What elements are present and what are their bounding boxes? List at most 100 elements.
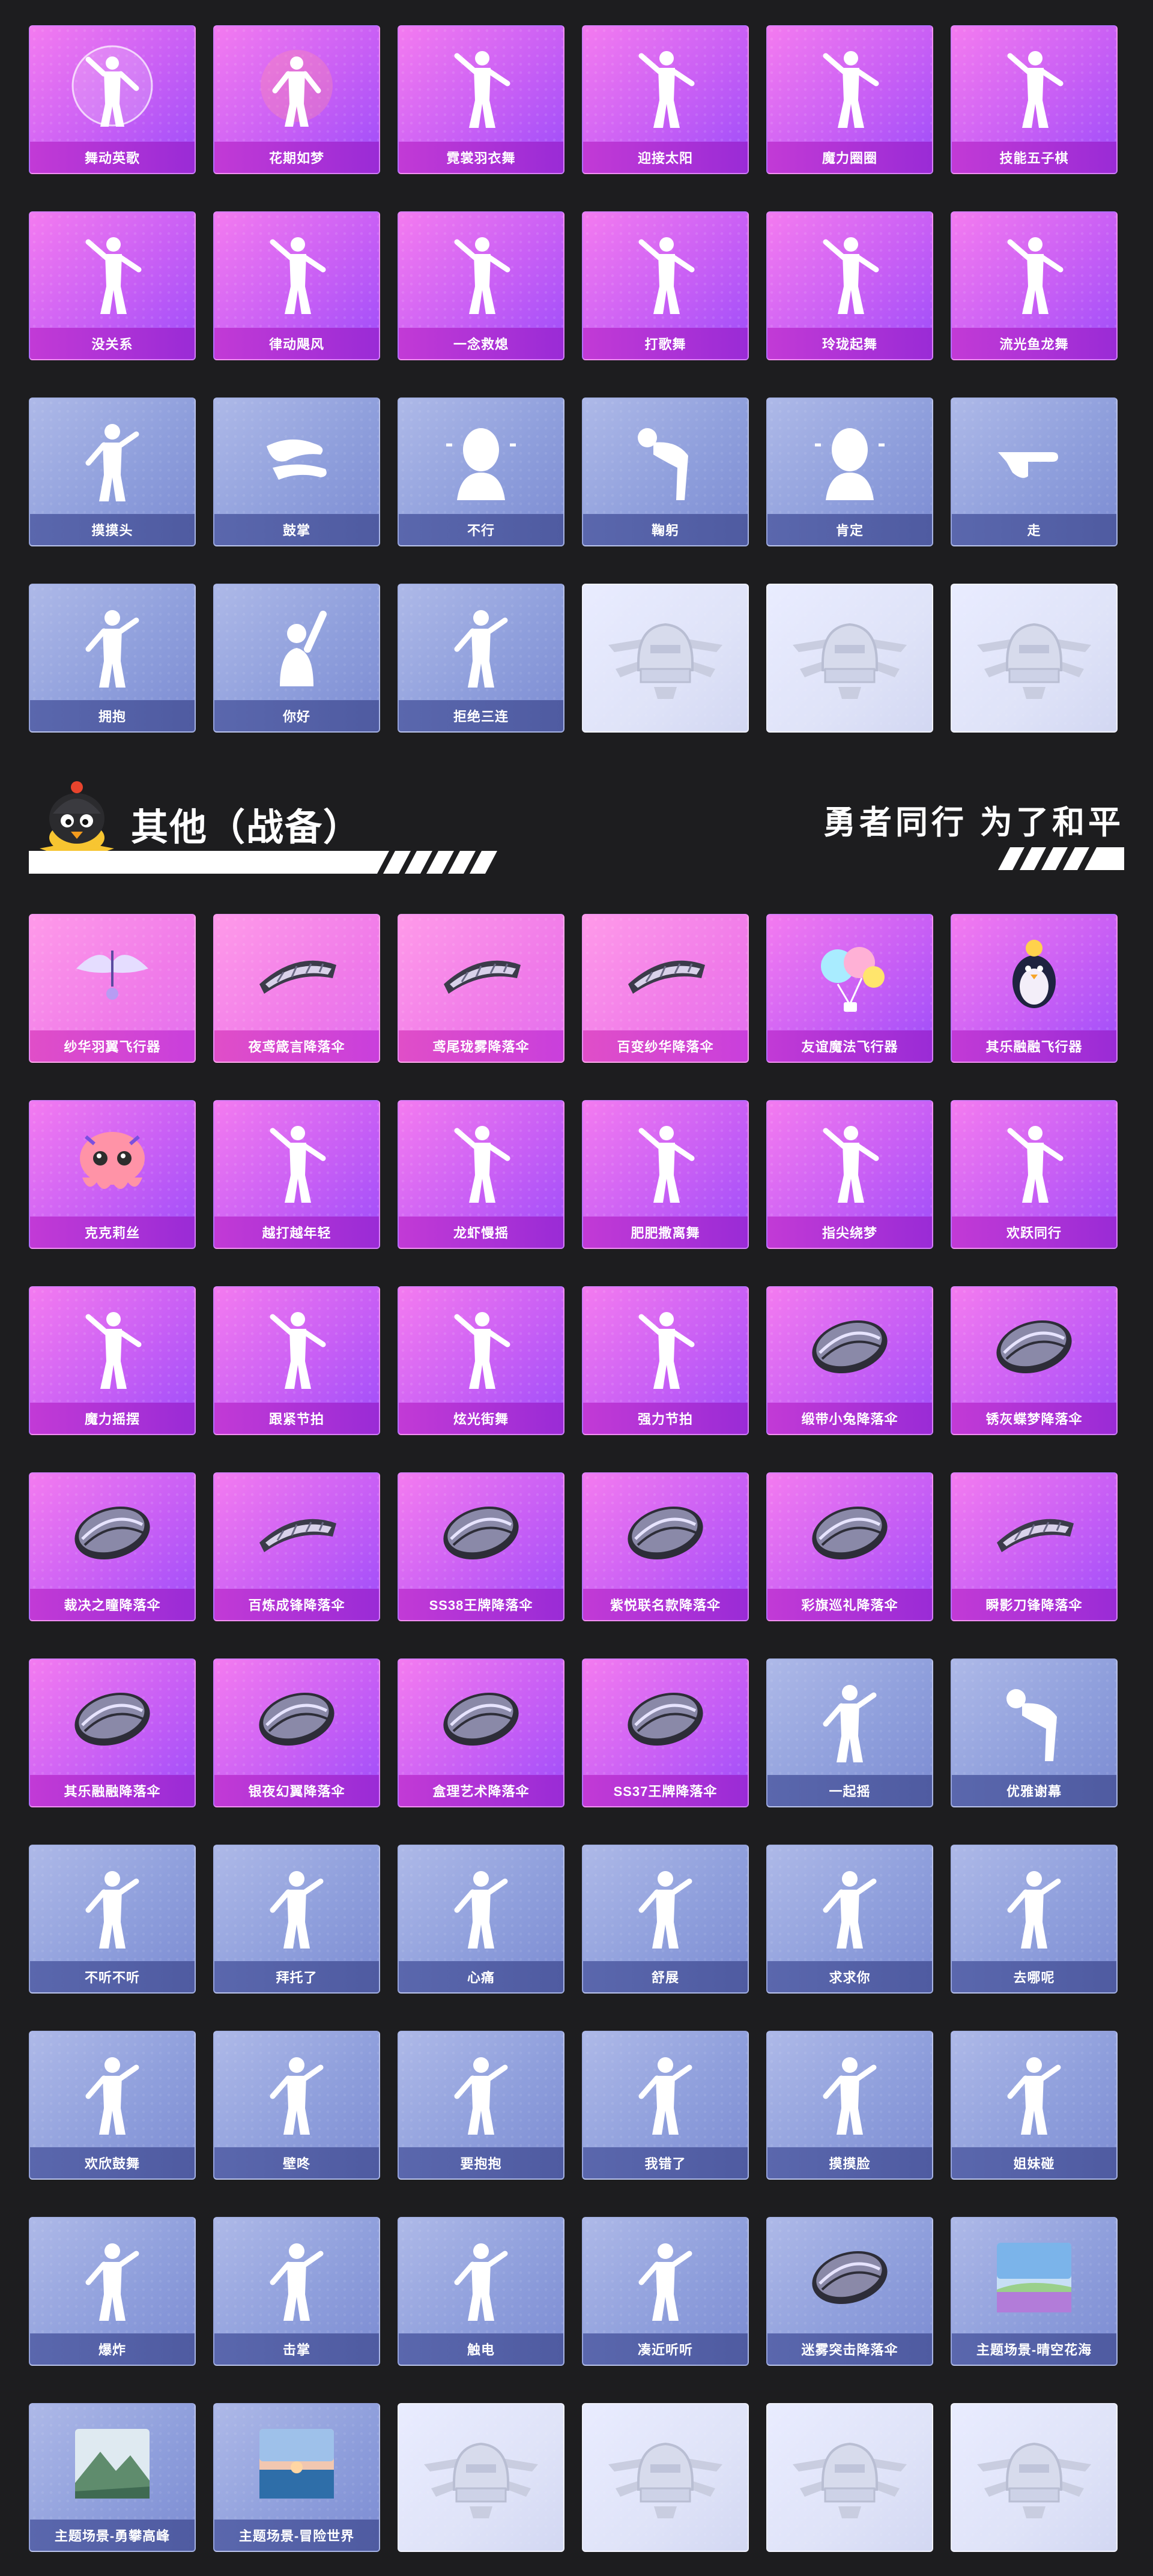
item-tile[interactable]: 指尖绕梦	[766, 1100, 933, 1249]
item-label: 瞬影刀锋降落伞	[952, 1589, 1116, 1620]
item-tile[interactable]: 鸢尾珑雾降落伞	[398, 914, 564, 1063]
item-tile[interactable]: 舒展	[582, 1845, 749, 1994]
item-label: 流光鱼龙舞	[952, 328, 1116, 359]
item-tile[interactable]: 求求你	[766, 1845, 933, 1994]
item-tile[interactable]: 瞬影刀锋降落伞	[951, 1472, 1118, 1621]
item-tile[interactable]: 拜托了	[213, 1845, 380, 1994]
item-tile[interactable]: 流光鱼龙舞	[951, 211, 1118, 360]
item-tile[interactable]: 舞动英歌	[29, 25, 196, 174]
item-tile[interactable]: 拥抱	[29, 584, 196, 733]
item-label: SS38王牌降落伞	[399, 1589, 563, 1620]
item-tile[interactable]: 姐妹碰	[951, 2031, 1118, 2180]
gesture-icon	[214, 1854, 379, 1956]
item-tile[interactable]: 肯定	[766, 398, 933, 546]
item-tile[interactable]: 一念救熄	[398, 211, 564, 360]
item-tile[interactable]: 不行	[398, 398, 564, 546]
dancer-icon	[767, 221, 932, 323]
item-tile[interactable]: 你好	[213, 584, 380, 733]
gesture-icon	[30, 407, 195, 509]
item-label: 优雅谢幕	[952, 1775, 1116, 1806]
pubg-helmet-emblem-icon	[952, 603, 1116, 705]
item-tile[interactable]: 缎带小兔降落伞	[766, 1286, 933, 1435]
item-tile[interactable]: 打歌舞	[582, 211, 749, 360]
item-tile[interactable]: 其乐融融降落伞	[29, 1658, 196, 1807]
item-tile[interactable]: 花期如梦	[213, 25, 380, 174]
item-tile[interactable]: 迎接太阳	[582, 25, 749, 174]
item-label: 去哪呢	[952, 1961, 1116, 1992]
item-tile[interactable]: 主题场景-勇攀高峰	[29, 2403, 196, 2552]
item-tile[interactable]: 没关系	[29, 211, 196, 360]
flower-dancer-icon	[214, 35, 379, 137]
other-items-grid: 纱华羽翼飞行器 夜鸢箴言降落伞 鸢尾珑雾降落伞 百变纱华降落伞 友谊魔法飞行器	[29, 914, 1118, 2552]
item-tile[interactable]: 摸摸脸	[766, 2031, 933, 2180]
item-tile[interactable]: 律动飓风	[213, 211, 380, 360]
item-tile[interactable]: 去哪呢	[951, 1845, 1118, 1994]
item-tile[interactable]: 我错了	[582, 2031, 749, 2180]
item-tile[interactable]: 拒绝三连	[398, 584, 564, 733]
item-tile[interactable]: 走	[951, 398, 1118, 546]
parachute-canopy-icon	[30, 1668, 195, 1770]
item-tile[interactable]: 彩旗巡礼降落伞	[766, 1472, 933, 1621]
item-tile[interactable]: 夜鸢箴言降落伞	[213, 914, 380, 1063]
item-tile[interactable]: 欢跃同行	[951, 1100, 1118, 1249]
item-tile[interactable]: 心痛	[398, 1845, 564, 1994]
item-tile[interactable]: 克克莉丝	[29, 1100, 196, 1249]
item-tile[interactable]: 锈灰蝶梦降落伞	[951, 1286, 1118, 1435]
item-tile[interactable]: 欢欣鼓舞	[29, 2031, 196, 2180]
item-tile[interactable]: 凑近听听	[582, 2217, 749, 2366]
item-tile[interactable]: 纱华羽翼飞行器	[29, 914, 196, 1063]
item-tile[interactable]: 肥肥撒离舞	[582, 1100, 749, 1249]
item-tile[interactable]: 主题场景-冒险世界	[213, 2403, 380, 2552]
item-label: 紫悦联名款降落伞	[583, 1589, 748, 1620]
item-tile[interactable]: 越打越年轻	[213, 1100, 380, 1249]
item-tile[interactable]: 友谊魔法飞行器	[766, 914, 933, 1063]
item-tile[interactable]: 玲珑起舞	[766, 211, 933, 360]
item-tile[interactable]: 技能五子棋	[951, 25, 1118, 174]
item-tile[interactable]: 鞠躬	[582, 398, 749, 546]
item-tile[interactable]: 跟紧节拍	[213, 1286, 380, 1435]
item-tile[interactable]: 触电	[398, 2217, 564, 2366]
item-tile[interactable]: 强力节拍	[582, 1286, 749, 1435]
item-tile[interactable]: 炫光街舞	[398, 1286, 564, 1435]
item-tile[interactable]: SS38王牌降落伞	[398, 1472, 564, 1621]
item-tile[interactable]: 百炼成锋降落伞	[213, 1472, 380, 1621]
item-label: 肥肥撒离舞	[583, 1217, 748, 1248]
dancer-icon	[399, 1296, 563, 1398]
item-tile[interactable]: 魔力圈圈	[766, 25, 933, 174]
item-tile[interactable]: 魔力摇摆	[29, 1286, 196, 1435]
empty-slot-tile	[951, 2403, 1118, 2552]
item-tile[interactable]: 击掌	[213, 2217, 380, 2366]
item-tile[interactable]: 其乐融融飞行器	[951, 914, 1118, 1063]
parachute-canopy-icon	[583, 1482, 748, 1584]
item-tile[interactable]: 银夜幻翼降落伞	[213, 1658, 380, 1807]
item-tile[interactable]: 紫悦联名款降落伞	[582, 1472, 749, 1621]
section-header: 其他（战备） 勇者同行 为了和平	[29, 772, 1124, 886]
item-tile[interactable]: 摸摸头	[29, 398, 196, 546]
item-tile[interactable]: 爆炸	[29, 2217, 196, 2366]
wave-icon	[214, 593, 379, 695]
item-tile[interactable]: 优雅谢幕	[951, 1658, 1118, 1807]
item-label: 鸢尾珑雾降落伞	[399, 1030, 563, 1062]
dancer-icon	[583, 1110, 748, 1212]
gesture-icon	[767, 1668, 932, 1770]
gesture-icon	[399, 1854, 563, 1956]
item-label: 魔力圈圈	[767, 142, 932, 173]
item-tile[interactable]: 主题场景-晴空花海	[951, 2217, 1118, 2366]
gesture-icon	[30, 593, 195, 695]
gesture-icon	[399, 2227, 563, 2329]
item-tile[interactable]: 龙虾慢摇	[398, 1100, 564, 1249]
item-tile[interactable]: 百变纱华降落伞	[582, 914, 749, 1063]
item-tile[interactable]: 迷雾突击降落伞	[766, 2217, 933, 2366]
dancer-icon	[767, 1110, 932, 1212]
item-tile[interactable]: 鼓掌	[213, 398, 380, 546]
item-tile[interactable]: 霓裳羽衣舞	[398, 25, 564, 174]
item-tile[interactable]: 一起摇	[766, 1658, 933, 1807]
item-tile[interactable]: 裁决之瞳降落伞	[29, 1472, 196, 1621]
octopus-icon	[30, 1110, 195, 1212]
item-tile[interactable]: 盒理艺术降落伞	[398, 1658, 564, 1807]
parachute-canopy-icon	[399, 1668, 563, 1770]
item-tile[interactable]: 不听不听	[29, 1845, 196, 1994]
item-tile[interactable]: SS37王牌降落伞	[582, 1658, 749, 1807]
item-tile[interactable]: 要抱抱	[398, 2031, 564, 2180]
item-tile[interactable]: 壁咚	[213, 2031, 380, 2180]
